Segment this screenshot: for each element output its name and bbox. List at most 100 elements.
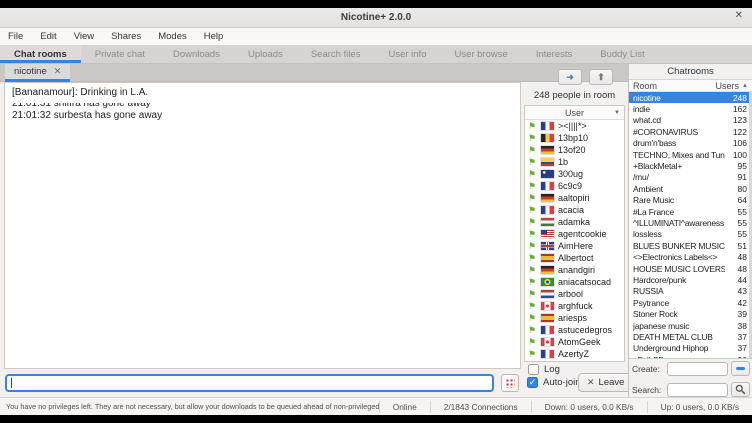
user-row[interactable]: ⚑ 1b — [525, 156, 624, 168]
room-row[interactable]: Hardcore/punk 44 — [629, 274, 752, 285]
user-status-icon: ⚑ — [528, 278, 537, 287]
user-row[interactable]: ⚑ 6c9c9 — [525, 180, 624, 192]
arrow-right-button[interactable]: ➜ — [558, 69, 582, 85]
chat-message: 21:01:32 surbesta has gone away — [12, 110, 513, 122]
main-tab[interactable]: User info — [374, 45, 440, 63]
arrow-up-button[interactable]: ⬆ — [589, 69, 613, 85]
country-flag-icon — [541, 194, 554, 202]
user-row[interactable]: ⚑ aaltopiri — [525, 192, 624, 204]
search-room-button[interactable] — [731, 382, 750, 397]
room-name: DEATH METAL CLUB — [633, 332, 725, 342]
menu-item[interactable]: Modes — [158, 31, 187, 42]
user-row[interactable]: ⚑ — [525, 360, 624, 362]
user-name: anandgiri — [558, 265, 595, 275]
room-row[interactable]: drum'n'bass 106 — [629, 138, 752, 149]
autojoin-checkbox[interactable]: ✓ — [527, 377, 538, 388]
online-status[interactable]: Online — [379, 401, 430, 413]
user-status-icon: ⚑ — [528, 302, 537, 311]
main-tab[interactable]: Buddy List — [586, 45, 658, 63]
menu-item[interactable]: Edit — [40, 31, 56, 42]
room-user-count: 80 — [725, 184, 747, 194]
room-row[interactable]: .:Full CD:. 36 — [629, 354, 752, 359]
user-row[interactable]: ⚑ ><||||*> — [525, 120, 624, 132]
user-row[interactable]: ⚑ 13of20 — [525, 144, 624, 156]
main-tab[interactable]: User browse — [440, 45, 521, 63]
room-row[interactable]: <>Electronics Labels<> 48 — [629, 251, 752, 262]
leave-button[interactable]: ✕ Leave — [578, 373, 633, 392]
room-row[interactable]: HOUSE MUSIC LOVERS (AG) 48 — [629, 263, 752, 274]
main-tab[interactable]: Interests — [522, 45, 586, 63]
room-row[interactable]: ^ILLUMINATI^awareness 55 — [629, 217, 752, 228]
menu-item[interactable]: File — [8, 31, 23, 42]
room-row[interactable]: Stoner Rock 39 — [629, 308, 752, 319]
room-user-count: 38 — [725, 321, 747, 331]
user-status-icon: ⚑ — [528, 266, 537, 275]
user-row[interactable]: ⚑ 13bp10 — [525, 132, 624, 144]
create-room-input[interactable] — [667, 362, 728, 376]
main-tab[interactable]: Uploads — [234, 45, 297, 63]
chatrooms-page: nicotine ✕ [Bananamour]: Drinking in L.A… — [0, 64, 752, 397]
room-row[interactable]: +BlackMetal+ 95 — [629, 160, 752, 171]
room-row[interactable]: Ambient 80 — [629, 183, 752, 194]
menu-item[interactable]: Shares — [111, 31, 141, 42]
user-row[interactable]: ⚑ aniacatsocad — [525, 276, 624, 288]
room-row[interactable]: lossless 55 — [629, 229, 752, 240]
titlebar[interactable]: Nicotine+ 2.0.0 ✕ — [0, 8, 752, 28]
user-row[interactable]: ⚑ arbool — [525, 288, 624, 300]
main-tab[interactable]: Search files — [297, 45, 375, 63]
user-name: agentcookie — [558, 229, 607, 239]
user-row[interactable]: ⚑ arghfuck — [525, 300, 624, 312]
room-row[interactable]: Psytrance 42 — [629, 297, 752, 308]
user-row[interactable]: ⚑ adamka — [525, 216, 624, 228]
user-row[interactable]: ⚑ ariesps — [525, 312, 624, 324]
room-row[interactable]: #CORONAVIRUS 122 — [629, 126, 752, 137]
room-name: indie — [633, 104, 725, 114]
room-row[interactable]: nicotine 248 — [629, 92, 752, 103]
user-row[interactable]: ⚑ 300ug — [525, 168, 624, 180]
room-row[interactable]: indie 162 — [629, 103, 752, 114]
users-column-header[interactable]: Users ▲ — [716, 81, 748, 91]
user-row[interactable]: ⚑ AzertyZ — [525, 348, 624, 360]
room-row[interactable]: japanese music 38 — [629, 320, 752, 331]
user-row[interactable]: ⚑ anandgiri — [525, 264, 624, 276]
user-row[interactable]: ⚑ AimHere — [525, 240, 624, 252]
room-row[interactable]: what.cd 123 — [629, 115, 752, 126]
room-row[interactable]: #La France 55 — [629, 206, 752, 217]
room-row[interactable]: /mu/ 91 — [629, 172, 752, 183]
search-room-input[interactable] — [667, 383, 728, 397]
log-checkbox[interactable] — [528, 364, 539, 375]
menu-item[interactable]: View — [74, 31, 94, 42]
download-status[interactable]: Down: 0 users, 0.0 KB/s — [531, 401, 647, 413]
main-tab[interactable]: Downloads — [159, 45, 234, 63]
user-row[interactable]: ⚑ agentcookie — [525, 228, 624, 240]
window-close-icon[interactable]: ✕ — [735, 10, 743, 21]
room-tab-nicotine[interactable]: nicotine ✕ — [5, 64, 70, 82]
room-user-count: 122 — [725, 127, 747, 137]
room-user-count: 42 — [725, 298, 747, 308]
room-row[interactable]: BLUES BUNKER MUSIC 51 — [629, 240, 752, 251]
room-row[interactable]: DEATH METAL CLUB 37 — [629, 331, 752, 342]
main-tab[interactable]: Chat rooms — [0, 45, 81, 63]
user-row[interactable]: ⚑ Albertoct — [525, 252, 624, 264]
room-list[interactable]: nicotine 248 indie 162 what.cd 123 — [629, 92, 752, 359]
user-column-header[interactable]: User ▼ — [525, 106, 624, 120]
room-row[interactable]: RUSSIA 43 — [629, 286, 752, 297]
chat-log[interactable]: [Bananamour]: Drinking in L.A. 21:01:31 … — [4, 82, 521, 369]
user-list[interactable]: User ▼ ⚑ ><||||*> ⚑ 13bp10 — [524, 105, 625, 362]
main-tab[interactable]: Private chat — [81, 45, 159, 63]
room-list-column-header: Room Users ▲ — [629, 79, 752, 92]
close-icon[interactable]: ✕ — [54, 66, 62, 77]
text-options-button[interactable] — [501, 374, 519, 392]
user-row[interactable]: ⚑ acacia — [525, 204, 624, 216]
user-status-icon: ⚑ — [528, 314, 537, 323]
user-row[interactable]: ⚑ astucedegros — [525, 324, 624, 336]
upload-status[interactable]: Up: 0 users, 0.0 KB/s — [647, 401, 752, 413]
room-column-header[interactable]: Room — [633, 81, 716, 91]
room-row[interactable]: Rare Music 64 — [629, 195, 752, 206]
menu-item[interactable]: Help — [204, 31, 224, 42]
room-row[interactable]: Underground Hiphop 37 — [629, 343, 752, 354]
room-row[interactable]: TECHNO, Mixes and Tunes 100 — [629, 149, 752, 160]
user-row[interactable]: ⚑ AtomGeek — [525, 336, 624, 348]
create-room-button[interactable] — [731, 361, 750, 376]
chat-message-input[interactable] — [5, 374, 494, 392]
